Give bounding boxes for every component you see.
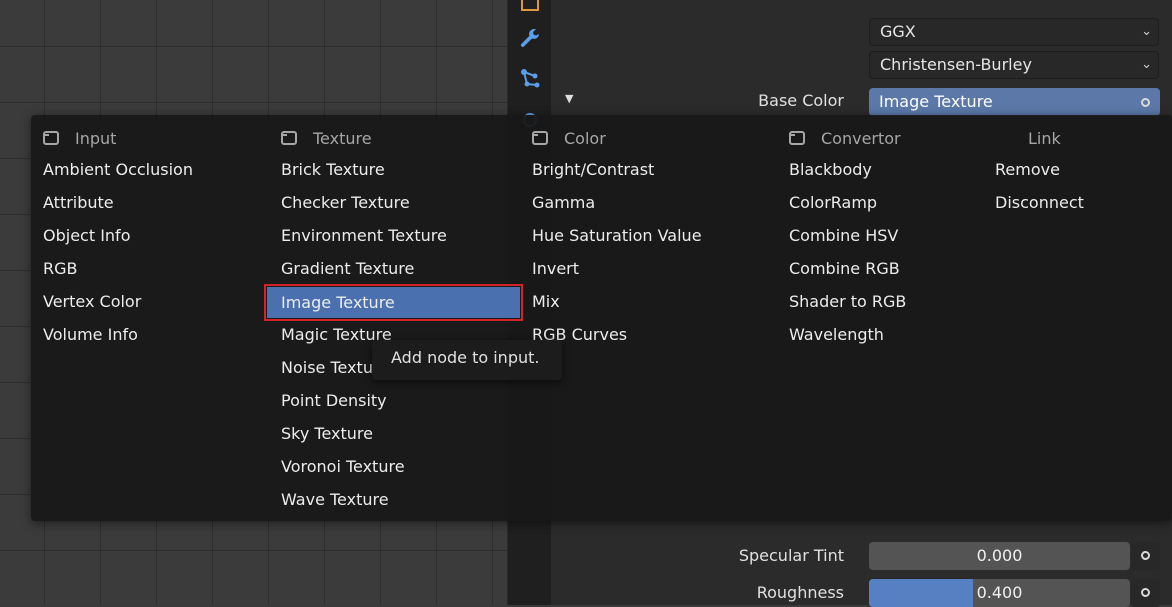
menu-item-gamma[interactable]: Gamma <box>532 186 595 219</box>
menu-item-wave-texture[interactable]: Wave Texture <box>281 483 389 516</box>
wrench-icon <box>520 28 539 47</box>
menu-header-color: Color <box>532 128 606 148</box>
menu-header-convertor: Convertor <box>789 128 901 148</box>
menu-item-wavelength[interactable]: Wavelength <box>789 318 884 351</box>
object-tab[interactable] <box>514 0 546 18</box>
node-category-icon <box>43 131 59 145</box>
roughness-slider[interactable]: 0.400 <box>869 579 1130 607</box>
menu-item-blackbody[interactable]: Blackbody <box>789 153 872 186</box>
node-category-icon <box>789 131 805 145</box>
socket-icon <box>1141 98 1150 107</box>
specular-tint-label: Specular Tint <box>738 546 844 565</box>
socket-icon <box>1141 551 1150 560</box>
object-icon <box>521 0 539 11</box>
menu-item-voronoi-texture[interactable]: Voronoi Texture <box>281 450 405 483</box>
dropdown-chevron-icon: ⌄ <box>1141 24 1152 39</box>
node-category-icon <box>281 131 297 145</box>
menu-item-volume-info[interactable]: Volume Info <box>43 318 138 351</box>
base-color-link-field[interactable]: Image Texture <box>869 88 1160 116</box>
link-node-menu: Input Ambient Occlusion Attribute Object… <box>31 115 1172 521</box>
menu-item-brick-texture[interactable]: Brick Texture <box>281 153 385 186</box>
modifier-tab[interactable] <box>514 22 546 54</box>
subsurface-method-dropdown[interactable]: Christensen-Burley ⌄ <box>869 51 1159 79</box>
menu-header-input: Input <box>43 128 116 148</box>
menu-item-disconnect[interactable]: Disconnect <box>995 186 1084 219</box>
base-color-link-value: Image Texture <box>879 92 993 111</box>
menu-item-combine-rgb[interactable]: Combine RGB <box>789 252 900 285</box>
menu-item-invert[interactable]: Invert <box>532 252 579 285</box>
tooltip: Add node to input. <box>372 340 562 380</box>
specular-tint-socket[interactable] <box>1131 542 1160 570</box>
distribution-dropdown[interactable]: GGX ⌄ <box>869 18 1159 46</box>
menu-item-checker-texture[interactable]: Checker Texture <box>281 186 410 219</box>
menu-header-texture: Texture <box>281 128 372 148</box>
specular-tint-slider[interactable]: 0.000 <box>869 542 1130 570</box>
menu-item-ambient-occlusion[interactable]: Ambient Occlusion <box>43 153 193 186</box>
distribution-value: GGX <box>880 22 916 41</box>
menu-item-hue-saturation-value[interactable]: Hue Saturation Value <box>532 219 702 252</box>
menu-item-vertex-color[interactable]: Vertex Color <box>43 285 141 318</box>
menu-item-gradient-texture[interactable]: Gradient Texture <box>281 252 414 285</box>
menu-item-bright-contrast[interactable]: Bright/Contrast <box>532 153 654 186</box>
node-category-icon <box>532 131 548 145</box>
particles-tab[interactable] <box>514 62 546 94</box>
subsurface-method-value: Christensen-Burley <box>880 55 1032 74</box>
menu-item-environment-texture[interactable]: Environment Texture <box>281 219 447 252</box>
menu-item-point-density[interactable]: Point Density <box>281 384 387 417</box>
menu-item-object-info[interactable]: Object Info <box>43 219 130 252</box>
roughness-value: 0.400 <box>976 583 1023 602</box>
expand-arrow-icon[interactable]: ▼ <box>565 92 573 105</box>
menu-item-attribute[interactable]: Attribute <box>43 186 114 219</box>
base-color-label: Base Color <box>758 91 844 110</box>
menu-item-colorramp[interactable]: ColorRamp <box>789 186 877 219</box>
socket-icon <box>1141 588 1150 597</box>
roughness-socket[interactable] <box>1131 579 1160 607</box>
dropdown-chevron-icon: ⌄ <box>1141 57 1152 72</box>
menu-item-sky-texture[interactable]: Sky Texture <box>281 417 373 450</box>
menu-item-remove[interactable]: Remove <box>995 153 1060 186</box>
roughness-label: Roughness <box>756 583 844 602</box>
menu-item-mix[interactable]: Mix <box>532 285 560 318</box>
menu-item-combine-hsv[interactable]: Combine HSV <box>789 219 898 252</box>
menu-item-rgb[interactable]: RGB <box>43 252 78 285</box>
specular-tint-value: 0.000 <box>976 546 1023 565</box>
menu-header-link: Link <box>1028 128 1061 148</box>
menu-item-image-texture[interactable]: Image Texture <box>264 284 523 321</box>
menu-item-shader-to-rgb[interactable]: Shader to RGB <box>789 285 906 318</box>
particles-icon <box>521 69 540 88</box>
